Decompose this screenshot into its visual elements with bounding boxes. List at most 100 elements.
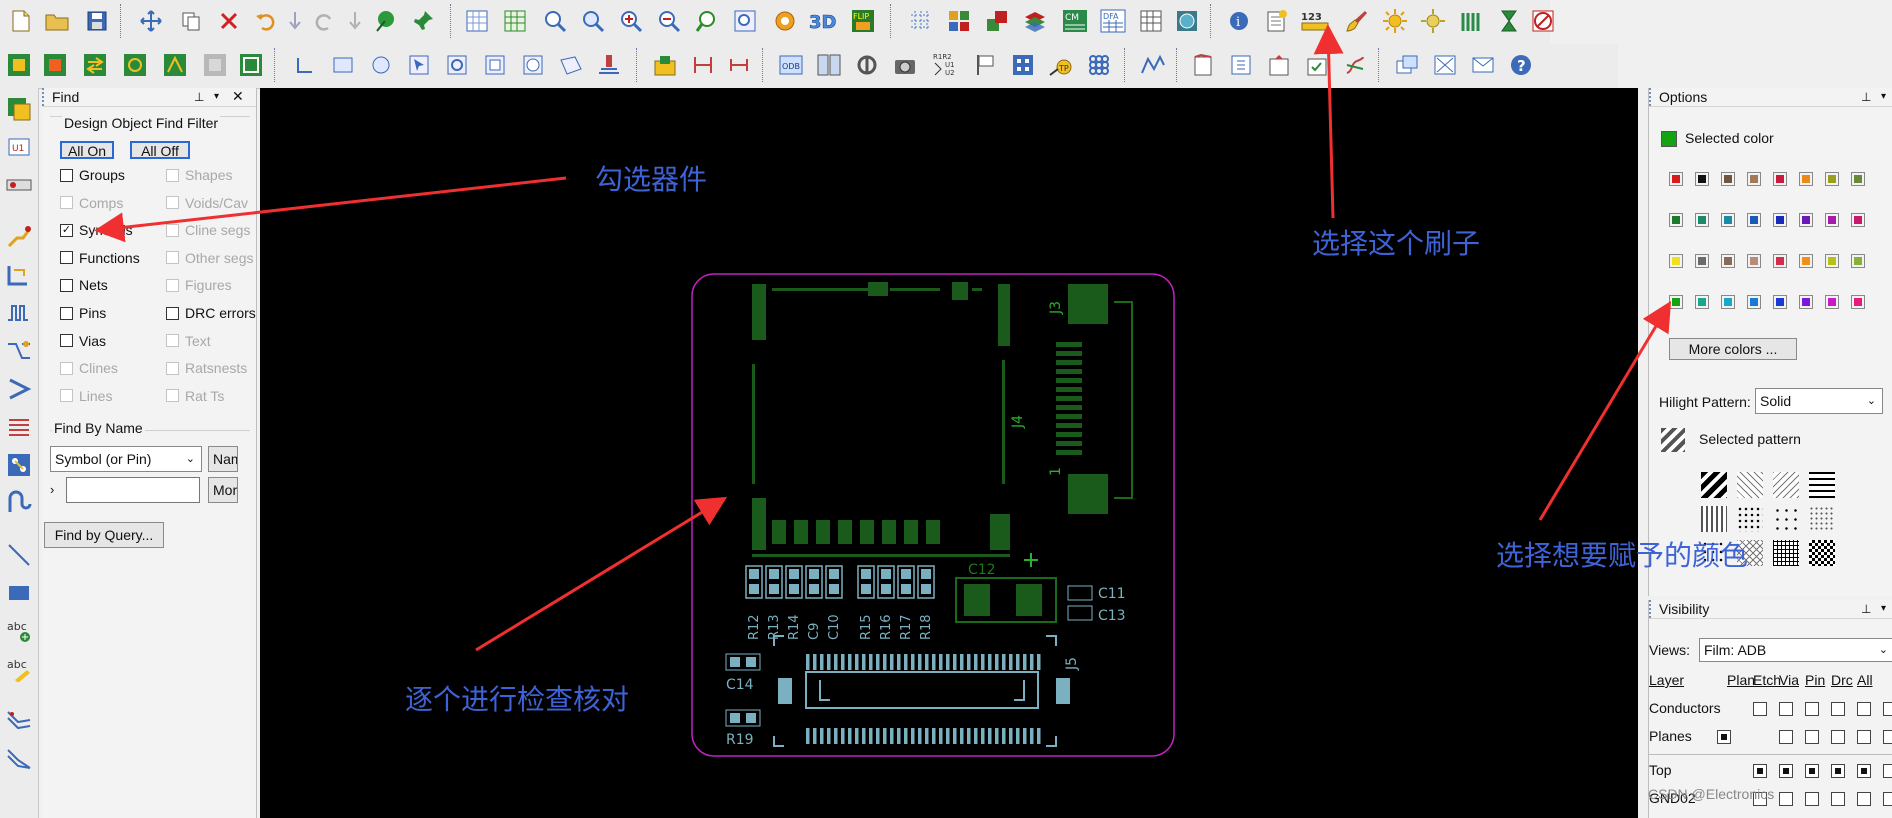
route-multi-icon[interactable]	[4, 744, 34, 774]
shape-edit-icon[interactable]	[556, 50, 586, 80]
save-icon[interactable]	[82, 6, 112, 36]
module-icon[interactable]	[1226, 50, 1256, 80]
zoom-window-icon[interactable]	[462, 6, 492, 36]
filter-checkbox[interactable]: Groups	[60, 167, 125, 183]
visibility-checkbox[interactable]	[1779, 792, 1793, 806]
visibility-checkbox[interactable]	[1857, 730, 1871, 744]
camera-icon[interactable]	[890, 50, 920, 80]
color-swatch[interactable]	[1695, 172, 1709, 186]
pattern-swatch[interactable]	[1773, 540, 1799, 566]
zoom-previous-icon[interactable]	[692, 6, 722, 36]
visibility-checkbox[interactable]	[1805, 764, 1819, 778]
pattern-swatch[interactable]	[1809, 540, 1835, 566]
void-circle-icon[interactable]	[518, 50, 548, 80]
undo-icon[interactable]	[250, 6, 280, 36]
color-swatch[interactable]	[1773, 213, 1787, 227]
film-control-icon[interactable]	[814, 50, 844, 80]
color-swatch[interactable]	[1825, 172, 1839, 186]
delete-icon[interactable]	[214, 6, 244, 36]
color-swatch[interactable]	[1747, 295, 1761, 309]
constraint-manager-icon[interactable]: CM	[1060, 6, 1090, 36]
pattern-swatch[interactable]	[1737, 506, 1763, 532]
visibility-checkbox[interactable]	[1753, 702, 1767, 716]
pattern-swatch[interactable]	[1809, 506, 1835, 532]
pattern-swatch[interactable]	[1701, 472, 1727, 498]
visibility-checkbox[interactable]	[1831, 792, 1845, 806]
color-swatch[interactable]	[1825, 254, 1839, 268]
testpoint-icon[interactable]: TP	[1046, 50, 1076, 80]
visibility-checkbox[interactable]	[1883, 702, 1892, 716]
color-swatch[interactable]	[1669, 213, 1683, 227]
visibility-checkbox[interactable]	[1883, 730, 1892, 744]
rotate-icon[interactable]	[120, 50, 150, 80]
open-folder-icon[interactable]	[42, 6, 72, 36]
color-swatch[interactable]	[1721, 172, 1735, 186]
net-browser-icon[interactable]	[1136, 6, 1166, 36]
connector-icon[interactable]	[4, 170, 34, 200]
visibility-checkbox[interactable]	[1883, 764, 1892, 778]
void-shape-icon[interactable]	[480, 50, 510, 80]
pin-panel-icon[interactable]: ⊥	[1861, 600, 1871, 618]
panel-menu-icon[interactable]: ▾	[214, 88, 219, 106]
undo-arrow-icon[interactable]	[280, 6, 310, 36]
padstack-icon[interactable]	[852, 50, 882, 80]
visibility-checkbox[interactable]	[1805, 730, 1819, 744]
color-swatch[interactable]	[1773, 254, 1787, 268]
redo-arrow-icon[interactable]	[340, 6, 370, 36]
add-text-icon[interactable]: abc	[4, 616, 34, 646]
windows-icon[interactable]	[1392, 50, 1422, 80]
pattern-swatch[interactable]	[1773, 506, 1799, 532]
pattern-swatch[interactable]	[1773, 472, 1799, 498]
color-swatch[interactable]	[1695, 295, 1709, 309]
move-icon[interactable]	[136, 6, 166, 36]
panel-menu-icon[interactable]: ▾	[1881, 600, 1886, 618]
color-swatch[interactable]	[1799, 213, 1813, 227]
delay-tune-icon[interactable]	[4, 298, 34, 328]
visibility-checkbox[interactable]	[1779, 730, 1793, 744]
name-type-select[interactable]: Symbol (or Pin) ⌄	[50, 446, 202, 472]
email-icon[interactable]	[1468, 50, 1498, 80]
spread-icon[interactable]	[4, 412, 34, 442]
dfa-icon[interactable]: DFA	[1098, 6, 1128, 36]
color-swatch[interactable]	[1799, 172, 1813, 186]
color-swatch[interactable]	[1799, 295, 1813, 309]
color-swatch[interactable]	[1851, 213, 1865, 227]
panel-menu-icon[interactable]: ▾	[1881, 88, 1886, 106]
visibility-checkbox[interactable]	[1831, 702, 1845, 716]
globe-icon[interactable]	[1172, 6, 1202, 36]
pattern-swatch[interactable]	[1737, 472, 1763, 498]
odb-export-icon[interactable]: ODB	[776, 50, 806, 80]
color-swatch[interactable]	[1851, 254, 1865, 268]
route-icon[interactable]	[1138, 50, 1168, 80]
hourglass-icon[interactable]	[1494, 6, 1524, 36]
pin-panel-icon[interactable]: ⊥	[1861, 88, 1871, 106]
mirror-icon[interactable]	[160, 50, 190, 80]
grid-toggle-icon[interactable]	[906, 6, 936, 36]
visibility-checkbox[interactable]	[1857, 764, 1871, 778]
visibility-checkbox[interactable]	[1717, 730, 1731, 744]
place-manual-icon[interactable]	[4, 50, 34, 80]
color-swatch[interactable]	[1669, 295, 1683, 309]
visibility-checkbox[interactable]	[1883, 792, 1892, 806]
color-swatch[interactable]	[1695, 254, 1709, 268]
component-array-icon[interactable]	[1008, 50, 1038, 80]
redo-icon[interactable]	[310, 6, 340, 36]
color-swatch[interactable]	[1825, 295, 1839, 309]
no-drc-icon[interactable]	[1528, 6, 1558, 36]
visibility-checkbox[interactable]	[1805, 702, 1819, 716]
disconnect-icon[interactable]	[1340, 50, 1370, 80]
color-swatch[interactable]	[1721, 295, 1735, 309]
visibility-checkbox[interactable]	[1805, 792, 1819, 806]
filter-checkbox[interactable]: DRC errors	[166, 305, 256, 321]
hourglass-split-icon[interactable]	[1430, 50, 1460, 80]
bundle-icon[interactable]	[4, 488, 34, 518]
leaf-icon[interactable]	[370, 6, 400, 36]
visibility-checkbox[interactable]	[1831, 764, 1845, 778]
zoom-points-icon[interactable]	[540, 6, 570, 36]
color-swatch[interactable]	[1747, 172, 1761, 186]
visibility-checkbox[interactable]	[1857, 792, 1871, 806]
zoom-fit-icon[interactable]	[578, 6, 608, 36]
zoom-out-icon[interactable]	[654, 6, 684, 36]
color-swatch[interactable]	[1721, 213, 1735, 227]
dimension-horizontal-icon[interactable]	[724, 50, 754, 80]
